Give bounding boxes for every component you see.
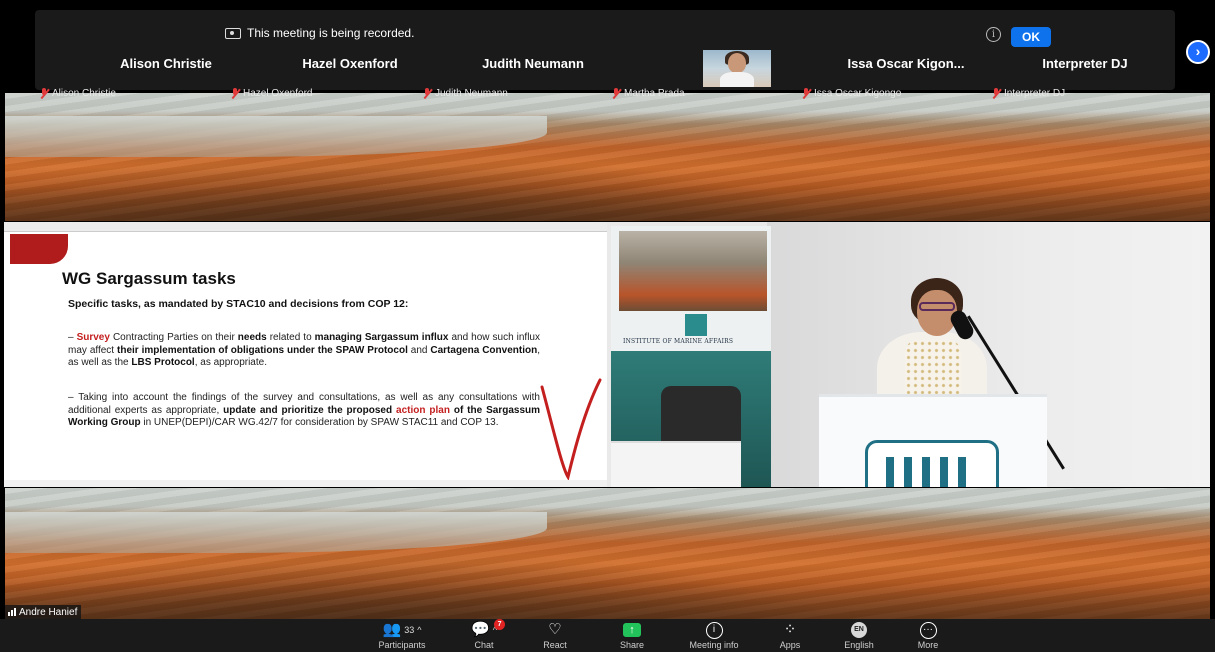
- mic-muted-icon: [991, 88, 1001, 99]
- mic-muted-icon: [611, 88, 621, 99]
- more-button[interactable]: ··· More: [898, 621, 958, 650]
- shared-screen-slide: WG Sargassum tasks Specific tasks, as ma…: [4, 222, 607, 487]
- zoom-meeting-window: This meeting is being recorded. i OK Ali…: [0, 0, 1215, 652]
- signal-icon: [8, 608, 16, 616]
- meeting-toolbar: 👥 33 ^ Participants 💬 7 ^ Chat ♡ React ↑…: [0, 619, 1215, 652]
- react-icon: ♡: [548, 621, 562, 638]
- recording-icon: [225, 27, 241, 39]
- slide-title: WG Sargassum tasks: [62, 269, 236, 288]
- institute-logo-icon: [685, 314, 707, 336]
- participant-tile-name[interactable]: Issa Oscar Kigon...: [831, 56, 981, 71]
- recording-banner: This meeting is being recorded.: [225, 26, 414, 40]
- slide-bullet: – Taking into account the findings of th…: [68, 392, 541, 428]
- mic-muted-icon: [422, 88, 432, 99]
- chat-icon: 💬: [471, 621, 490, 638]
- share-button[interactable]: ↑ Share: [602, 621, 662, 650]
- mic-muted-icon: [230, 88, 240, 99]
- slide-red-tab: [10, 234, 68, 264]
- participant-tile-name[interactable]: Interpreter DJ: [1010, 56, 1160, 71]
- participant-tile-name[interactable]: Judith Neumann: [458, 56, 608, 71]
- react-button[interactable]: ♡ React: [525, 621, 585, 650]
- participant-label: Issa Oscar Kigongo: [801, 88, 901, 99]
- virtual-background-bottom: [5, 488, 1210, 619]
- chat-unread-badge: 7: [494, 619, 506, 630]
- participants-count: 33: [404, 625, 415, 635]
- slide-subtitle: Specific tasks, as mandated by STAC10 an…: [68, 298, 409, 310]
- active-speaker-name-tag: Andre Hanief: [5, 605, 82, 619]
- podium-logo: [865, 440, 999, 487]
- ok-button[interactable]: OK: [1011, 27, 1051, 47]
- participants-icon: 👥: [382, 621, 402, 638]
- info-icon[interactable]: i: [986, 27, 1001, 42]
- participant-label: Alison Christie: [39, 88, 116, 99]
- slide-bullet: – Survey Contracting Parties on their ne…: [68, 332, 540, 368]
- slide-window-statusbar: [4, 480, 607, 487]
- slide-window-titlebar: [4, 222, 607, 232]
- meeting-info-icon: i: [705, 621, 723, 639]
- participant-video-thumbnail[interactable]: [703, 50, 771, 87]
- share-icon: ↑: [623, 623, 641, 637]
- pen-annotation: [540, 378, 602, 481]
- participant-strip: This meeting is being recorded. i OK Ali…: [35, 10, 1175, 99]
- participant-tile-name[interactable]: Alison Christie: [91, 56, 241, 71]
- chat-button[interactable]: 💬 7 ^ Chat: [458, 619, 510, 650]
- participant-label: Hazel Oxenford: [230, 88, 312, 99]
- apps-button[interactable]: ⁘ Apps: [760, 621, 820, 650]
- virtual-background-top: [5, 93, 1210, 221]
- recording-banner-text: This meeting is being recorded.: [247, 26, 415, 40]
- participant-label: Martha Prada: [611, 88, 685, 99]
- mic-muted-icon: [39, 88, 49, 99]
- language-icon: EN: [851, 622, 867, 638]
- active-speaker-name: Andre Hanief: [19, 606, 78, 618]
- more-icon: ···: [919, 621, 937, 639]
- apps-icon: ⁘: [783, 621, 797, 638]
- meeting-info-button[interactable]: i Meeting info: [684, 621, 744, 650]
- participant-label: Interpreter DJ: [991, 88, 1065, 99]
- mic-muted-icon: [801, 88, 811, 99]
- language-button[interactable]: EN English: [829, 621, 889, 650]
- participant-tile-name[interactable]: Hazel Oxenford: [275, 56, 425, 71]
- institute-banner: INSTITUTE OF MARINE AFFAIRS: [611, 226, 771, 487]
- speaker-video: INSTITUTE OF MARINE AFFAIRS: [607, 222, 1210, 487]
- chevron-up-icon[interactable]: ^: [417, 621, 421, 639]
- participants-button[interactable]: 👥 33 ^ Participants: [362, 621, 442, 650]
- participant-label: Judith Neumann: [422, 88, 508, 99]
- next-page-icon[interactable]: ›: [1186, 40, 1210, 64]
